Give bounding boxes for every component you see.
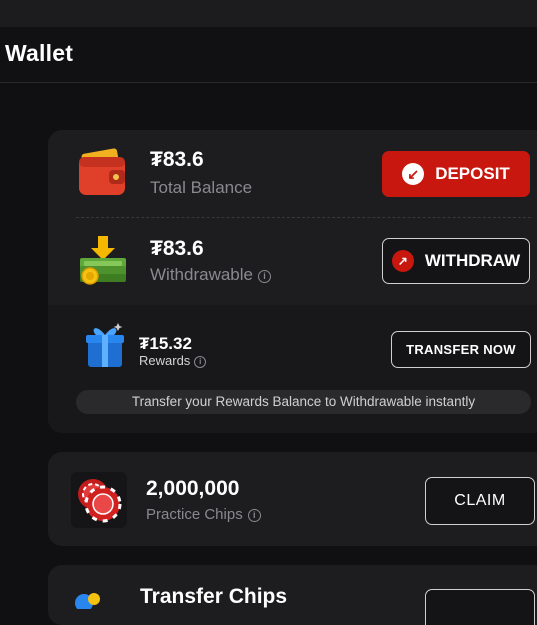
rewards-panel: ₮15.32 Rewards i TRANSFER NOW Transfer yo…: [48, 305, 537, 433]
claim-button[interactable]: CLAIM: [425, 477, 535, 525]
page-title: Wallet: [5, 40, 74, 66]
top-bar: [0, 0, 537, 27]
transfer-chips-card: Transfer Chips: [48, 565, 537, 625]
wallet-icon: [76, 147, 128, 204]
page-header: Wallet: [0, 27, 537, 83]
transfer-now-button[interactable]: TRANSFER NOW: [391, 331, 531, 368]
arrow-down-left-icon: ↙: [402, 163, 425, 185]
rewards-label-row: Rewards i: [139, 353, 207, 368]
divider: [76, 217, 531, 218]
balance-card: ₮83.6 Total Balance ↙ DEPOSIT ₮83.6 With…: [48, 130, 537, 433]
practice-chips-card: 2,000,000 Practice Chips i CLAIM: [48, 452, 537, 546]
deposit-button-label: DEPOSIT: [435, 164, 510, 183]
withdrawable-amount: ₮83.6: [150, 237, 204, 260]
withdrawable-label: Withdrawable: [150, 265, 253, 284]
info-icon[interactable]: i: [247, 509, 261, 522]
withdrawable-label-row: Withdrawable i: [150, 265, 271, 285]
transfer-chips-button[interactable]: [425, 589, 535, 625]
rewards-label: Rewards: [139, 353, 191, 368]
gift-icon: [84, 321, 126, 374]
info-icon[interactable]: i: [258, 270, 271, 283]
total-balance-label: Total Balance: [150, 178, 253, 197]
transfer-chips-icon: [74, 589, 104, 614]
poker-chips-icon: [71, 472, 127, 533]
practice-chips-amount: 2,000,000: [146, 477, 240, 500]
rewards-hint: Transfer your Rewards Balance to Withdra…: [76, 390, 531, 414]
cash-stack-icon: [76, 234, 130, 291]
deposit-button[interactable]: ↙ DEPOSIT: [382, 151, 530, 197]
arrow-up-right-icon: ↗: [391, 250, 414, 272]
practice-chips-label-row: Practice Chips i: [146, 506, 261, 523]
transfer-chips-title: Transfer Chips: [140, 585, 288, 608]
withdraw-button-label: WITHDRAW: [424, 251, 521, 270]
rewards-amount: ₮15.32: [139, 334, 192, 353]
practice-chips-label: Practice Chips: [146, 506, 243, 523]
withdraw-button[interactable]: ↗ WITHDRAW: [382, 238, 530, 284]
info-icon[interactable]: i: [194, 356, 207, 368]
total-balance-amount: ₮83.6: [150, 148, 204, 171]
